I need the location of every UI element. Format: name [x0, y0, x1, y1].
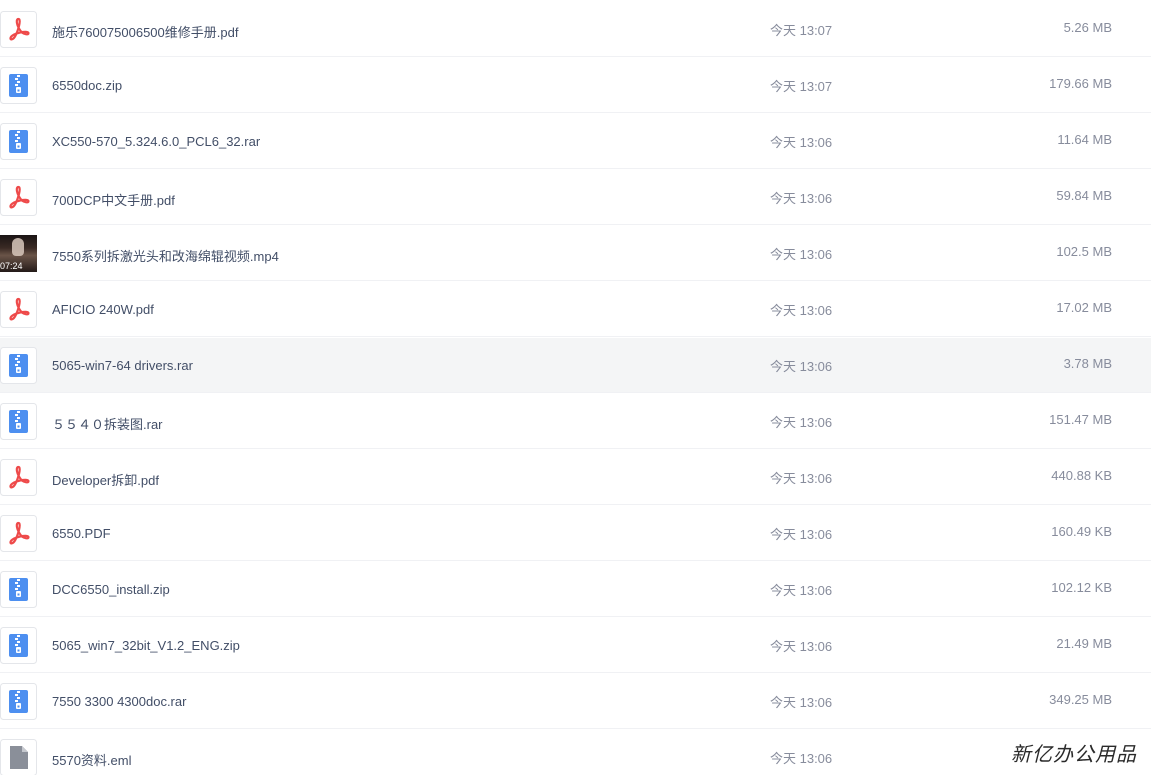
zip-icon[interactable]	[0, 683, 37, 720]
zip-icon[interactable]	[0, 67, 37, 104]
file-modified-time: 今天 13:06	[770, 639, 833, 654]
file-row[interactable]: Developer拆卸.pdf 今天 13:06 440.88 KB	[0, 450, 1151, 505]
file-size: 440.88 KB	[1051, 468, 1112, 483]
zip-icon[interactable]	[0, 347, 37, 384]
file-name[interactable]: 6550.PDF	[52, 526, 111, 541]
file-row[interactable]: AFICIO 240W.pdf 今天 13:06 17.02 MB	[0, 282, 1151, 337]
file-size: 179.66 MB	[1049, 76, 1112, 91]
file-row[interactable]: ５５４０拆装图.rar 今天 13:06 151.47 MB	[0, 394, 1151, 449]
file-name[interactable]: 5065_win7_32bit_V1.2_ENG.zip	[52, 638, 240, 653]
file-name[interactable]: XC550-570_5.324.6.0_PCL6_32.rar	[52, 134, 260, 149]
file-size: 349.25 MB	[1049, 692, 1112, 707]
file-size: 59.84 MB	[1056, 188, 1112, 203]
file-modified-time: 今天 13:06	[770, 583, 833, 598]
file-modified-time: 今天 13:06	[770, 135, 833, 150]
file-row[interactable]: 5065-win7-64 drivers.rar 今天 13:06 3.78 MB	[0, 338, 1151, 393]
pdf-icon[interactable]	[0, 179, 37, 216]
watermark: 新亿办公用品	[1011, 742, 1137, 766]
file-name[interactable]: AFICIO 240W.pdf	[52, 302, 154, 317]
file-modified-time: 今天 13:06	[770, 751, 833, 766]
file-size: 102.12 KB	[1051, 580, 1112, 595]
file-name[interactable]: 700DCP中文手册.pdf	[52, 190, 175, 209]
file-name[interactable]: Developer拆卸.pdf	[52, 470, 159, 489]
pdf-icon[interactable]	[0, 459, 37, 496]
file-modified-time: 今天 13:06	[770, 247, 833, 262]
zip-icon[interactable]	[0, 627, 37, 664]
file-list: 施乐760075006500维修手册.pdf 今天 13:07 5.26 MB 655…	[0, 0, 1151, 775]
zip-icon[interactable]	[0, 123, 37, 160]
zip-icon[interactable]	[0, 403, 37, 440]
file-size: 21.49 MB	[1056, 636, 1112, 651]
file-size: 160.49 KB	[1051, 524, 1112, 539]
file-modified-time: 今天 13:06	[770, 527, 833, 542]
file-row[interactable]: 5570资料.eml 今天 13:06	[0, 730, 1151, 775]
file-name[interactable]: 5065-win7-64 drivers.rar	[52, 358, 193, 373]
file-size: 5.26 MB	[1063, 20, 1112, 35]
video-thumbnail[interactable]: 07:24	[0, 235, 37, 272]
file-row[interactable]: 5065_win7_32bit_V1.2_ENG.zip 今天 13:06 21.4…	[0, 618, 1151, 673]
file-modified-time: 今天 13:07	[770, 23, 833, 38]
file-modified-time: 今天 13:06	[770, 191, 833, 206]
pdf-icon[interactable]	[0, 11, 37, 48]
file-name[interactable]: 5570资料.eml	[52, 750, 131, 769]
file-size: 102.5 MB	[1056, 244, 1112, 259]
file-row[interactable]: 07:24 7550系列拆激光头和改海绵辊视频.mp4 今天 13:06 102.5 …	[0, 226, 1151, 281]
file-row[interactable]: 700DCP中文手册.pdf 今天 13:06 59.84 MB	[0, 170, 1151, 225]
file-modified-time: 今天 13:06	[770, 471, 833, 486]
file-row[interactable]: 6550.PDF 今天 13:06 160.49 KB	[0, 506, 1151, 561]
video-duration: 07:24	[0, 261, 23, 271]
file-row[interactable]: XC550-570_5.324.6.0_PCL6_32.rar 今天 13:06 1…	[0, 114, 1151, 169]
file-row[interactable]: 6550doc.zip 今天 13:07 179.66 MB	[0, 58, 1151, 113]
file-size: 11.64 MB	[1057, 132, 1112, 147]
file-modified-time: 今天 13:06	[770, 415, 833, 430]
file-size: 17.02 MB	[1056, 300, 1112, 315]
file-modified-time: 今天 13:07	[770, 79, 833, 94]
file-size: 3.78 MB	[1063, 356, 1112, 371]
file-name[interactable]: 7550系列拆激光头和改海绵辊视频.mp4	[52, 246, 279, 265]
file-row[interactable]: DCC6550_install.zip 今天 13:06 102.12 KB	[0, 562, 1151, 617]
file-row[interactable]: 施乐760075006500维修手册.pdf 今天 13:07 5.26 MB	[0, 2, 1151, 57]
pdf-icon[interactable]	[0, 515, 37, 552]
zip-icon[interactable]	[0, 571, 37, 608]
pdf-icon[interactable]	[0, 291, 37, 328]
file-name[interactable]: 6550doc.zip	[52, 78, 122, 93]
file-name[interactable]: 7550 3300 4300doc.rar	[52, 694, 186, 709]
file-modified-time: 今天 13:06	[770, 303, 833, 318]
file-name[interactable]: DCC6550_install.zip	[52, 582, 170, 597]
file-size: 151.47 MB	[1049, 412, 1112, 427]
file-row[interactable]: 7550 3300 4300doc.rar 今天 13:06 349.25 MB	[0, 674, 1151, 729]
thumbnail-image	[12, 238, 24, 256]
document-icon[interactable]	[0, 739, 37, 775]
file-name[interactable]: ５５４０拆装图.rar	[52, 414, 163, 433]
file-modified-time: 今天 13:06	[770, 695, 833, 710]
file-name[interactable]: 施乐760075006500维修手册.pdf	[52, 22, 238, 41]
file-modified-time: 今天 13:06	[770, 359, 833, 374]
